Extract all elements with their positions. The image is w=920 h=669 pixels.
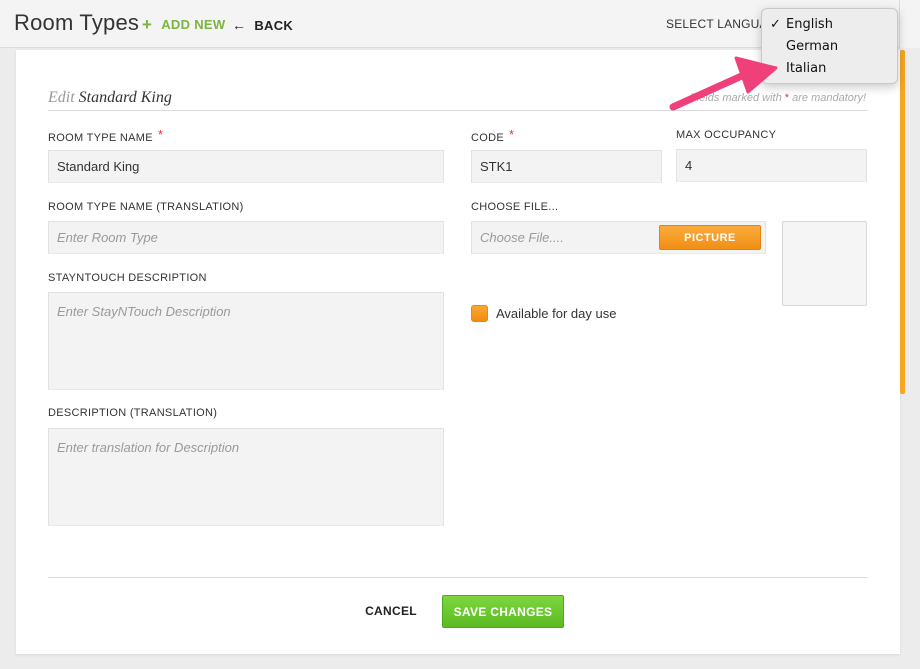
edit-room-name: Standard King — [78, 89, 172, 106]
picture-preview — [782, 221, 867, 306]
cancel-button[interactable]: CANCEL — [360, 596, 422, 626]
language-option-italian[interactable]: Italian — [786, 59, 826, 79]
max-occupancy-label: MAX OCCUPANCY — [676, 129, 777, 141]
add-new-label: ADD NEW — [161, 17, 226, 32]
edit-heading: Edit Standard King — [48, 89, 172, 107]
code-value: STK1 — [480, 159, 513, 174]
stayntouch-description-label: STAYNTOUCH DESCRIPTION — [48, 272, 207, 284]
translation-input[interactable]: Enter Room Type — [48, 221, 444, 254]
back-button[interactable]: ← BACK — [232, 17, 293, 33]
room-type-name-label: ROOM TYPE NAME * — [48, 127, 164, 144]
language-option-label: Italian — [786, 61, 827, 76]
arrow-left-icon: ← — [232, 17, 247, 33]
max-occupancy-input[interactable]: 4 — [676, 149, 867, 182]
stayntouch-description-placeholder: Enter StayNTouch Description — [57, 304, 231, 319]
room-type-name-value: Standard King — [57, 159, 140, 174]
room-type-name-label-text: ROOM TYPE NAME — [48, 132, 153, 144]
translation-label: ROOM TYPE NAME (TRANSLATION) — [48, 201, 244, 213]
description-translation-label: DESCRIPTION (TRANSLATION) — [48, 407, 218, 419]
mandatory-note-suffix: are mandatory! — [792, 92, 867, 104]
max-occupancy-value: 4 — [685, 158, 693, 173]
required-star: * — [157, 127, 164, 142]
save-changes-button[interactable]: SAVE CHANGES — [442, 595, 564, 628]
description-translation-textarea[interactable]: Enter translation for Description — [48, 428, 444, 526]
scrollbar-thumb[interactable] — [900, 50, 905, 394]
description-translation-placeholder: Enter translation for Description — [57, 440, 240, 455]
day-use-label: Available for day use — [496, 306, 617, 321]
code-input[interactable]: STK1 — [471, 150, 662, 183]
page-title: Room Types — [14, 10, 140, 35]
back-label: BACK — [254, 17, 294, 33]
choose-file-placeholder: Choose File.... — [480, 230, 564, 245]
annotation-arrow-icon — [669, 56, 778, 111]
header-edge — [899, 0, 920, 48]
translation-placeholder: Enter Room Type — [57, 230, 158, 245]
required-star: * — [784, 92, 790, 104]
footer-divider — [48, 577, 867, 578]
code-label: CODE * — [471, 127, 515, 144]
stayntouch-description-textarea[interactable]: Enter StayNTouch Description — [48, 292, 444, 390]
add-new-button[interactable]: + ADD NEW — [142, 15, 226, 34]
picture-button[interactable]: PICTURE — [659, 225, 761, 250]
edit-prefix: Edit — [48, 89, 75, 106]
language-option-label: English — [786, 17, 833, 32]
room-type-name-input[interactable]: Standard King — [48, 150, 444, 183]
required-star: * — [508, 127, 515, 142]
day-use-checkbox[interactable] — [471, 305, 488, 322]
checkmark-icon: ✓ — [770, 17, 781, 32]
language-option-german[interactable]: German — [786, 37, 838, 57]
language-option-english[interactable]: ✓ English — [770, 15, 833, 35]
choose-file-label: CHOOSE FILE... — [471, 201, 559, 213]
language-option-label: German — [786, 39, 839, 54]
plus-icon: + — [142, 15, 153, 34]
code-label-text: CODE — [471, 132, 504, 144]
